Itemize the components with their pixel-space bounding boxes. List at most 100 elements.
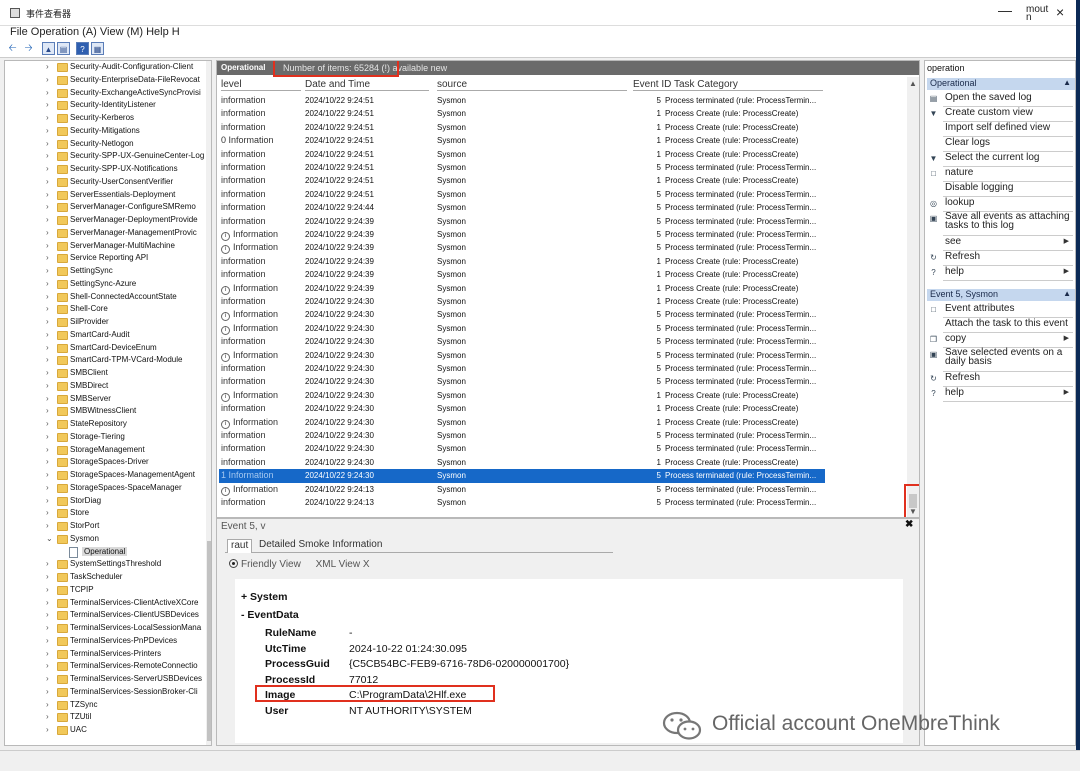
chevron-right-icon[interactable]: ›	[46, 304, 49, 313]
chevron-right-icon[interactable]: ›	[46, 521, 49, 530]
action-see[interactable]: see ▶	[927, 236, 1073, 251]
chevron-right-icon[interactable]: ›	[46, 151, 49, 160]
tree-item[interactable]: › TerminalServices-PnPDevices	[5, 635, 211, 648]
table-row[interactable]: i Information 2024/10/22 9:24:30 Sysmon 5 Pro…	[219, 349, 825, 362]
chevron-right-icon[interactable]: ›	[46, 164, 49, 173]
table-row[interactable]: 0 Information 2024/10/22 9:24:51 Sysmon 1 Pr…	[219, 134, 825, 147]
tree-item[interactable]: › TCPIP	[5, 584, 211, 597]
chevron-right-icon[interactable]: ›	[46, 75, 49, 84]
collapse-icon[interactable]: ▲	[1063, 78, 1071, 87]
table-row[interactable]: information 2024/10/22 9:24:51 Sysmon 5 Proc…	[219, 161, 825, 174]
chevron-right-icon[interactable]: ›	[46, 139, 49, 148]
chevron-right-icon[interactable]: ›	[46, 317, 49, 326]
chevron-right-icon[interactable]: ›	[46, 623, 49, 632]
chevron-right-icon[interactable]: ›	[46, 585, 49, 594]
tree-item[interactable]: › StorageSpaces-Driver	[5, 456, 211, 469]
table-row[interactable]: information 2024/10/22 9:24:51 Sysmon 5 Proc…	[219, 94, 825, 107]
action-refresh[interactable]: ↻ Refresh	[927, 372, 1073, 387]
tree-item[interactable]: › ServerManager-ConfigureSMRemo	[5, 201, 211, 214]
chevron-right-icon[interactable]: ›	[46, 572, 49, 581]
chevron-right-icon[interactable]: ›	[46, 100, 49, 109]
tree-item[interactable]: › SmartCard-TPM-VCard-Module	[5, 354, 211, 367]
table-row[interactable]: information 2024/10/22 9:24:39 Sysmon 5 Proc…	[219, 215, 825, 228]
tree-item[interactable]: › StorPort	[5, 520, 211, 533]
action-help[interactable]: ? help ▶	[927, 266, 1073, 281]
tree-item[interactable]: › Security-IdentityListener	[5, 99, 211, 112]
chevron-right-icon[interactable]: ›	[46, 215, 49, 224]
tree-item[interactable]: › SMBServer	[5, 393, 211, 406]
action-save-all-events-as-attaching-tasks-to-this-log[interactable]: ▣ Save all events as attaching tasks to t…	[927, 212, 1073, 236]
column-date[interactable]: Date and Time	[305, 79, 429, 91]
table-row[interactable]: information 2024/10/22 9:24:30 Sysmon 5 Proc…	[219, 429, 825, 442]
tree-item[interactable]: › ServerManager-MultiMachine	[5, 240, 211, 253]
table-row[interactable]: information 2024/10/22 9:24:39 Sysmon 1 Proc…	[219, 268, 825, 281]
table-row[interactable]: information 2024/10/22 9:24:30 Sysmon 5 Proc…	[219, 335, 825, 348]
chevron-right-icon[interactable]: ›	[46, 330, 49, 339]
chevron-right-icon[interactable]: ›	[46, 113, 49, 122]
chevron-right-icon[interactable]: ›	[46, 445, 49, 454]
event-list-scrollbar[interactable]: ▲ ▼	[907, 77, 919, 517]
tree-item[interactable]: › SmartCard-DeviceEnum	[5, 342, 211, 355]
tree-item[interactable]: › StorageSpaces-SpaceManager	[5, 482, 211, 495]
chevron-down-icon[interactable]: ⌄	[46, 534, 53, 543]
chevron-right-icon[interactable]: ›	[46, 177, 49, 186]
chevron-right-icon[interactable]: ›	[46, 649, 49, 658]
chevron-right-icon[interactable]: ›	[46, 470, 49, 479]
tree-item[interactable]: › StorageSpaces-ManagementAgent	[5, 469, 211, 482]
chevron-right-icon[interactable]: ›	[46, 508, 49, 517]
chevron-right-icon[interactable]: ›	[46, 559, 49, 568]
chevron-right-icon[interactable]: ›	[46, 292, 49, 301]
chevron-right-icon[interactable]: ›	[46, 381, 49, 390]
table-row[interactable]: i Information 2024/10/22 9:24:30 Sysmon 1 Pro…	[219, 416, 825, 429]
tree-item[interactable]: › TerminalServices-Printers	[5, 648, 211, 661]
table-row[interactable]: information 2024/10/22 9:24:51 Sysmon 1 Proc…	[219, 121, 825, 134]
action-refresh[interactable]: ↻ Refresh	[927, 251, 1073, 266]
show-hide-pane-icon[interactable]: ▤	[57, 42, 70, 55]
table-row[interactable]: i Information 2024/10/22 9:24:30 Sysmon 1 Pro…	[219, 389, 825, 402]
chevron-right-icon[interactable]: ›	[46, 432, 49, 441]
chevron-right-icon[interactable]: ›	[46, 687, 49, 696]
action-attach-the-task-to-this-event[interactable]: Attach the task to this event	[927, 318, 1073, 333]
table-row[interactable]: information 2024/10/22 9:24:30 Sysmon 1 Proc…	[219, 295, 825, 308]
table-row-selected[interactable]: 1 Information 2024/10/22 9:24:30 Sysmon 5 Pr…	[219, 469, 825, 483]
tree-item[interactable]: › StorDiag	[5, 495, 211, 508]
table-row[interactable]: information 2024/10/22 9:24:51 Sysmon 5 Proc…	[219, 188, 825, 201]
tree-item[interactable]: › TerminalServices-ClientActiveXCore	[5, 597, 211, 610]
chevron-right-icon[interactable]: ›	[46, 241, 49, 250]
tree-item[interactable]: › ServerManager-DeploymentProvide	[5, 214, 211, 227]
table-row[interactable]: information 2024/10/22 9:24:30 Sysmon 5 Proc…	[219, 442, 825, 455]
chevron-right-icon[interactable]: ›	[46, 368, 49, 377]
action-lookup[interactable]: ◎ lookup	[927, 197, 1073, 212]
tree-item[interactable]: › Store	[5, 507, 211, 520]
table-row[interactable]: information 2024/10/22 9:24:51 Sysmon 1 Proc…	[219, 148, 825, 161]
table-row[interactable]: information 2024/10/22 9:24:51 Sysmon 1 Proc…	[219, 174, 825, 187]
actions-section-operational[interactable]: Operational ▲	[927, 78, 1075, 90]
chevron-right-icon[interactable]: ›	[46, 394, 49, 403]
action-clear-logs[interactable]: Clear logs	[927, 137, 1073, 152]
tab-general[interactable]: raut	[227, 539, 253, 553]
table-row[interactable]: information 2024/10/22 9:24:39 Sysmon 1 Proc…	[219, 255, 825, 268]
chevron-right-icon[interactable]: ›	[46, 712, 49, 721]
tree-item[interactable]: › Security-SPP-UX-Notifications	[5, 163, 211, 176]
back-arrow-icon[interactable]: 🡠	[6, 42, 19, 55]
tree-item[interactable]: › TerminalServices-LocalSessionMana	[5, 622, 211, 635]
table-row[interactable]: information 2024/10/22 9:24:30 Sysmon 1 Proc…	[219, 456, 825, 469]
tree-item-selected[interactable]: Operational	[5, 546, 211, 559]
chevron-right-icon[interactable]: ›	[46, 126, 49, 135]
help-icon[interactable]: ?	[76, 42, 89, 55]
tree-item[interactable]: › SMBDirect	[5, 380, 211, 393]
tab-details[interactable]: Detailed Smoke Information	[259, 539, 382, 553]
scroll-up-icon[interactable]: ▲	[909, 79, 917, 88]
system-section-toggle[interactable]: + System	[241, 591, 287, 603]
action-select-the-current-log[interactable]: ▼ Select the current log	[927, 152, 1073, 167]
table-row[interactable]: i Information 2024/10/22 9:24:13 Sysmon 5 Pro…	[219, 483, 825, 496]
friendly-view-option[interactable]: Friendly View	[229, 559, 301, 570]
chevron-right-icon[interactable]: ›	[46, 725, 49, 734]
folder-up-icon[interactable]: ▲	[42, 42, 55, 55]
chevron-right-icon[interactable]: ›	[46, 483, 49, 492]
chevron-right-icon[interactable]: ›	[46, 253, 49, 262]
chevron-right-icon[interactable]: ›	[46, 228, 49, 237]
column-id-task[interactable]: Event ID Task Category	[633, 79, 823, 91]
tree-item[interactable]: › SettingSync-Azure	[5, 278, 211, 291]
tree-item[interactable]: › TaskScheduler	[5, 571, 211, 584]
